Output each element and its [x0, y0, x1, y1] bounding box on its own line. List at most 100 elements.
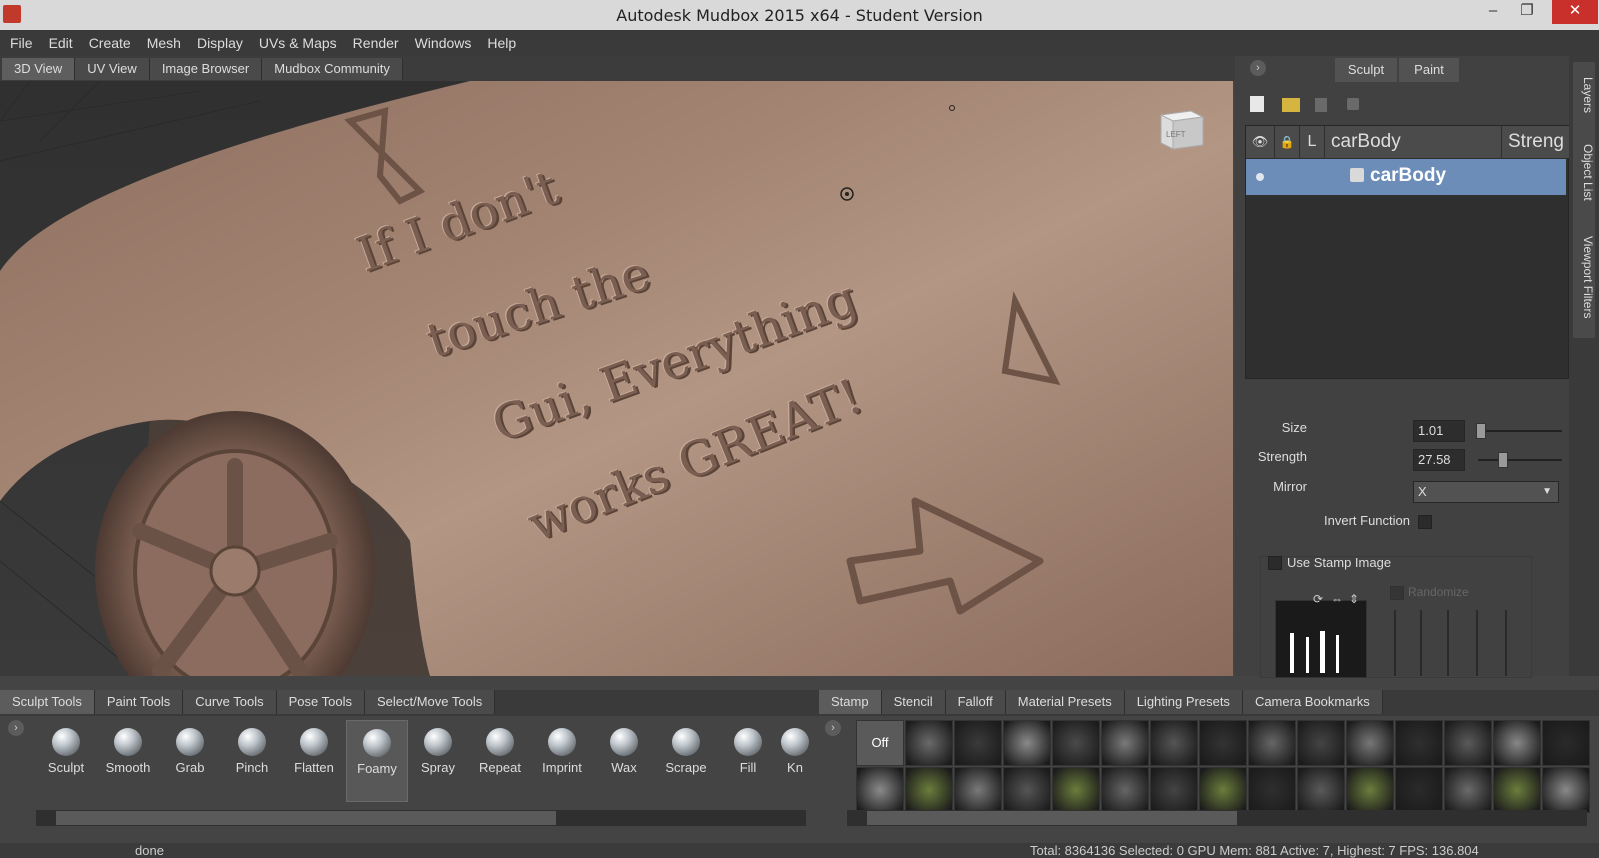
tool-spray[interactable]: Spray [408, 720, 468, 800]
stamp-thumbnail[interactable] [1542, 720, 1590, 766]
tool-scroll-thumb[interactable] [56, 811, 556, 825]
random-slider-1[interactable] [1394, 610, 1396, 676]
tab-paint-tools[interactable]: Paint Tools [94, 690, 184, 714]
tool-scrape[interactable]: Scrape [656, 720, 716, 800]
stamp-thumbnail[interactable] [1248, 767, 1296, 813]
tab-3d-view[interactable]: 3D View [2, 58, 76, 80]
menu-create[interactable]: Create [81, 30, 139, 56]
3d-viewport[interactable]: If I don't touch the Gui, Everything wor… [0, 81, 1233, 676]
stamp-thumbnail[interactable] [1248, 720, 1296, 766]
tab-falloff[interactable]: Falloff [945, 690, 1006, 714]
tab-stamp[interactable]: Stamp [819, 690, 882, 714]
stamp-off[interactable]: Off [856, 720, 904, 766]
tab-material-presets[interactable]: Material Presets [1005, 690, 1125, 714]
stamp-thumbnail[interactable] [1101, 767, 1149, 813]
stamp-thumbnail[interactable] [1542, 767, 1590, 813]
stamp-thumbnail[interactable] [1150, 767, 1198, 813]
tab-select-move-tools[interactable]: Select/Move Tools [364, 690, 496, 714]
menu-display[interactable]: Display [189, 30, 251, 56]
tab-curve-tools[interactable]: Curve Tools [183, 690, 277, 714]
stamp-thumbnail[interactable] [1199, 767, 1247, 813]
menu-help[interactable]: Help [479, 30, 524, 56]
stamp-thumbnail[interactable] [1199, 720, 1247, 766]
randomize-checkbox[interactable] [1390, 586, 1404, 600]
tool-pinch[interactable]: Pinch [222, 720, 282, 800]
random-slider-3[interactable] [1447, 610, 1449, 676]
minimize-button[interactable]: – [1476, 0, 1510, 24]
stamp-thumbnail[interactable] [1297, 767, 1345, 813]
new-layer-icon[interactable] [1250, 96, 1264, 112]
close-button[interactable]: ✕ [1552, 0, 1598, 24]
stamp-thumbnail[interactable] [1346, 720, 1394, 766]
tab-viewport-filters[interactable]: Viewport Filters [1573, 216, 1595, 338]
tab-mudbox-community[interactable]: Mudbox Community [262, 58, 403, 80]
size-slider[interactable] [1478, 430, 1562, 432]
maximize-button[interactable]: ❐ [1510, 0, 1544, 24]
stamp-thumbnail[interactable] [905, 720, 953, 766]
stamp-thumbnail[interactable] [1493, 720, 1541, 766]
visibility-eye-icon[interactable]: 👁 [1246, 126, 1275, 158]
tab-stencil[interactable]: Stencil [881, 690, 946, 714]
new-folder-icon[interactable] [1282, 98, 1300, 112]
flip-vertical-icon[interactable]: ⇕ [1349, 592, 1359, 606]
menu-uvs-maps[interactable]: UVs & Maps [251, 30, 345, 56]
menu-edit[interactable]: Edit [41, 30, 81, 56]
mode-paint[interactable]: Paint [1399, 58, 1459, 82]
tab-uv-view[interactable]: UV View [75, 58, 150, 80]
size-input[interactable]: 1.01 [1413, 420, 1465, 442]
flip-horizontal-icon[interactable]: ⇔ [1331, 592, 1343, 606]
invert-function-checkbox[interactable] [1418, 515, 1432, 529]
stamp-thumbnail[interactable] [1395, 720, 1443, 766]
stamp-thumbnail[interactable] [1101, 720, 1149, 766]
tool-flatten[interactable]: Flatten [284, 720, 344, 800]
mirror-select[interactable]: X ▼ [1413, 481, 1559, 503]
menu-render[interactable]: Render [345, 30, 407, 56]
stamp-thumbnail[interactable] [1150, 720, 1198, 766]
stamp-thumbnail[interactable] [1003, 720, 1051, 766]
strength-input[interactable]: 27.58 [1413, 449, 1465, 471]
stamp-thumbnail[interactable] [1444, 767, 1492, 813]
tool-sculpt[interactable]: Sculpt [36, 720, 96, 800]
mode-sculpt[interactable]: Sculpt [1335, 58, 1397, 82]
tab-sculpt-tools[interactable]: Sculpt Tools [0, 690, 95, 714]
random-slider-4[interactable] [1476, 610, 1478, 676]
tab-image-browser[interactable]: Image Browser [149, 58, 263, 80]
tab-pose-tools[interactable]: Pose Tools [276, 690, 365, 714]
random-slider-2[interactable] [1420, 610, 1422, 676]
stamp-thumbnail[interactable] [1444, 720, 1492, 766]
delete-layer-icon[interactable] [1315, 98, 1327, 112]
strength-slider-knob[interactable] [1497, 452, 1508, 468]
size-slider-knob[interactable] [1475, 423, 1486, 439]
stamp-thumbnail[interactable] [1003, 767, 1051, 813]
stamp-expand-icon[interactable]: › [825, 720, 841, 736]
mask-icon[interactable] [1347, 98, 1359, 110]
tool-imprint[interactable]: Imprint [532, 720, 592, 800]
menu-windows[interactable]: Windows [407, 30, 480, 56]
tool-fill[interactable]: Fill [718, 720, 778, 800]
stamp-thumbnail[interactable] [905, 767, 953, 813]
menu-file[interactable]: File [2, 30, 41, 56]
tool-foamy[interactable]: Foamy [346, 720, 408, 802]
tab-layers[interactable]: Layers [1573, 62, 1595, 128]
tool-knife[interactable]: Kn [780, 720, 810, 800]
stamp-thumbnail[interactable] [1395, 767, 1443, 813]
tray-expand-icon[interactable]: › [8, 720, 24, 736]
stamp-thumbnail[interactable] [1346, 767, 1394, 813]
tool-grab[interactable]: Grab [160, 720, 220, 800]
lock-icon[interactable]: 🔒 [1275, 126, 1300, 158]
stamp-thumbnail[interactable] [1052, 720, 1100, 766]
layer-row-carbody[interactable]: carBody [1246, 159, 1566, 195]
stamp-thumbnail[interactable] [954, 767, 1002, 813]
tool-scrollbar[interactable] [36, 810, 806, 826]
stamp-thumbnail[interactable] [954, 720, 1002, 766]
tool-repeat[interactable]: Repeat [470, 720, 530, 800]
stamp-thumbnail[interactable] [1493, 767, 1541, 813]
tool-wax[interactable]: Wax [594, 720, 654, 800]
view-cube[interactable]: LEFT [1157, 103, 1207, 153]
use-stamp-image-checkbox[interactable] [1268, 556, 1282, 570]
tab-camera-bookmarks[interactable]: Camera Bookmarks [1242, 690, 1383, 714]
random-slider-5[interactable] [1505, 610, 1507, 676]
stamp-scrollbar[interactable] [847, 810, 1587, 826]
strength-slider[interactable] [1478, 459, 1562, 461]
expand-arrow-icon[interactable]: › [1250, 60, 1266, 76]
